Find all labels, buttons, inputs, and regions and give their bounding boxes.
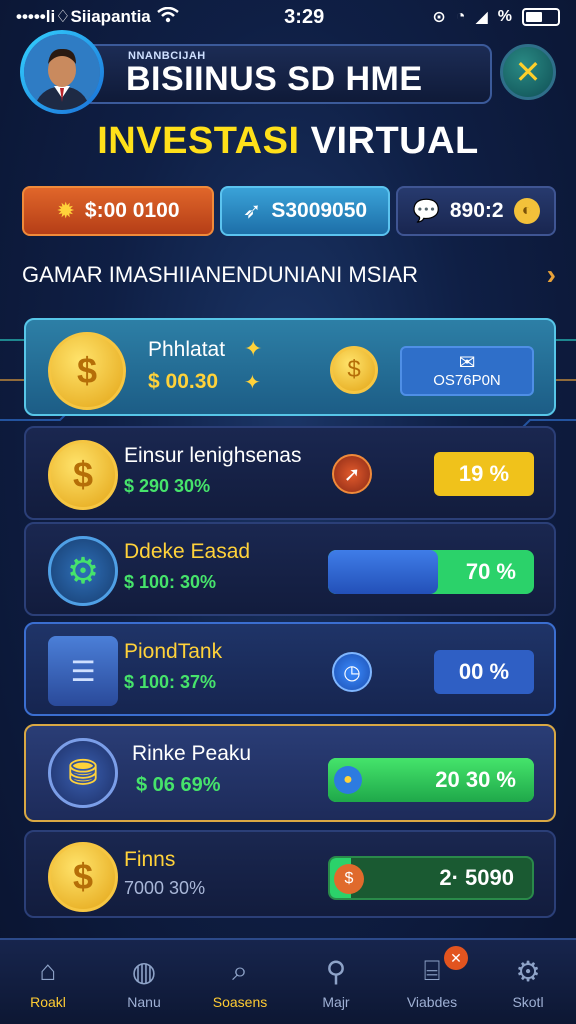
title-panel: NNANBCIJAH BISIINUS SD HME [82, 44, 492, 104]
star-icon: ✦ [244, 336, 263, 361]
section-title: GAMAR IMASHIIANENDUNIANI MSIAR [22, 262, 419, 287]
currency-chip-cash[interactable]: ✹ $:00 0100 [22, 186, 214, 236]
dollar-badge-icon: $ [330, 346, 378, 394]
nav-item-magnifier[interactable]: ⚲ Majr [288, 940, 384, 1024]
rotation-lock-icon: ⊙ [432, 9, 446, 26]
investment-name: Phhlatat [148, 338, 226, 361]
status-bar: •••••li♢Siiapantia 3:29 ⊙ ◔ ◢ % [0, 0, 576, 34]
investment-card[interactable]: $ Finns 7000 30% $ 2· 5090 [24, 830, 556, 918]
chevron-right-icon[interactable]: › [547, 259, 556, 291]
progress-label: 70 % [465, 559, 516, 584]
progress-bar: $ 2· 5090 [328, 856, 534, 900]
gear-icon: ⚙ [515, 955, 541, 987]
investment-value: $ 100: 37% [124, 672, 217, 692]
nav-label: Soasens [212, 994, 268, 1010]
nav-item-home[interactable]: ⌂ Roakl [0, 940, 96, 1024]
heading-part1: INVESTASI [97, 120, 300, 162]
investment-name: Finns [124, 848, 176, 871]
document-icon: ☰ [48, 636, 118, 706]
currency-value: 890:2 [449, 199, 504, 222]
investment-card[interactable]: ⚙ Ddeke Easad $ 100: 30% 70 % [24, 522, 556, 616]
investment-card[interactable]: $ Phhlatat ✦ $ 00.30 ✦ $ ✉ OS76P0N [24, 318, 556, 416]
home-icon: ⌂ [39, 955, 57, 986]
progress-label: 20 30 % [435, 767, 516, 792]
coin-stack-icon: $ [48, 332, 126, 410]
bottom-nav: ⌂ Roakl ◍ Nanu ⌕ Soasens ⚲ Majr ⌸ ✕ Viab… [0, 938, 576, 1024]
investment-value: 7000 30% [124, 878, 206, 898]
header: NNANBCIJAH BISIINUS SD HME ✕ [20, 30, 556, 116]
investment-tools-icon: ⚙ [48, 536, 118, 606]
yield-pill: 19 % [434, 452, 534, 496]
investment-value: $ 290 30% [124, 476, 211, 496]
investment-card[interactable]: $ Einsur lenighsenas $ 290 30% ➚ 19 % [24, 426, 556, 520]
investment-name: Ddeke Easad [124, 540, 251, 563]
yield-value: 19 % [458, 461, 510, 486]
investment-name: PiondTank [124, 640, 223, 663]
header-title: BISIINUS SD HME [126, 60, 423, 98]
search-icon: ⌕ [232, 954, 248, 986]
paper-plane-icon: ➶ [242, 198, 262, 223]
heading-part2: VIRTUAL [310, 120, 479, 162]
progress-bar: 70 % [328, 550, 534, 594]
progress-fill [328, 550, 438, 594]
coin-icon: ● [334, 766, 362, 794]
avatar[interactable] [20, 30, 104, 114]
nav-label: Majr [322, 994, 350, 1010]
speech-bubble-icon: 💬 [412, 198, 440, 223]
nav-item-globe[interactable]: ◍ Nanu [96, 940, 192, 1024]
progress-label: 2· 5090 [439, 865, 514, 890]
nav-label: Roakl [30, 994, 66, 1010]
yield-value: 00 % [458, 659, 510, 684]
nav-item-search[interactable]: ⌕ Soasens [192, 940, 288, 1024]
coin-icon: ◐ [513, 198, 540, 224]
investment-value: $ 100: 30% [124, 572, 217, 592]
carrier-label: •••••li♢Siiapantia [16, 7, 151, 26]
section-header[interactable]: GAMAR IMASHIIANENDUNIANI MSIAR › [22, 258, 556, 292]
investment-name: Einsur lenighsenas [124, 444, 302, 467]
dollar-coin-icon: $ [48, 842, 118, 912]
wifi-icon [156, 6, 179, 28]
signal-icon: ◢ [475, 9, 488, 26]
collect-label: OS76P0N [433, 371, 501, 389]
nav-item-settings[interactable]: ⚙ Skotl [480, 940, 576, 1024]
nav-label: Skotl [512, 994, 544, 1010]
progress-bar: ● 20 30 % [328, 758, 534, 802]
currency-value: $:00 0100 [84, 199, 180, 222]
currency-chip-chat[interactable]: 💬 890:2 ◐ [396, 186, 556, 236]
growth-badge-icon: ➚ [332, 454, 372, 494]
magnifier-icon: ⚲ [325, 955, 347, 987]
page-heading: INVESTASI VIRTUAL [0, 120, 576, 163]
investment-value: $ 06 69% [136, 774, 221, 796]
nav-label: Nanu [127, 994, 161, 1010]
vault-icon: ⛃ [48, 738, 118, 808]
collect-button[interactable]: ✉ OS76P0N [400, 346, 534, 396]
nav-item-shop[interactable]: ⌸ ✕ Viabdes [384, 940, 480, 1024]
globe-icon: ◍ [131, 955, 157, 987]
clock-badge-icon: ◷ [332, 652, 372, 692]
user-portrait-icon [24, 34, 100, 110]
investment-value: $ 00.30 [148, 370, 219, 393]
dollar-coin-icon: $ [48, 440, 118, 510]
cash-bag-icon: $ [334, 864, 364, 894]
battery-icon [522, 8, 560, 26]
nav-label: Viabdes [406, 994, 458, 1010]
investment-card[interactable]: ⛃ Rinke Peaku $ 06 69% ● 20 30 % [24, 724, 556, 822]
currency-value: S3009050 [271, 199, 368, 222]
investment-card[interactable]: ☰ PiondTank $ 100: 37% ◷ 00 % [24, 622, 556, 716]
clock: 3:29 [284, 5, 325, 28]
investment-name: Rinke Peaku [132, 742, 252, 765]
currency-chip-transfer[interactable]: ➶ S3009050 [220, 186, 390, 236]
yield-pill: 00 % [434, 650, 534, 694]
sparkle-icon: ✦ [244, 372, 261, 394]
alarm-icon: ◔ [455, 8, 466, 25]
notification-badge: ✕ [444, 946, 468, 970]
close-button[interactable]: ✕ [500, 44, 556, 100]
envelope-icon: ✉ [458, 351, 476, 374]
gear-coin-icon: ✹ [56, 198, 75, 223]
battery-label: % [497, 8, 512, 25]
